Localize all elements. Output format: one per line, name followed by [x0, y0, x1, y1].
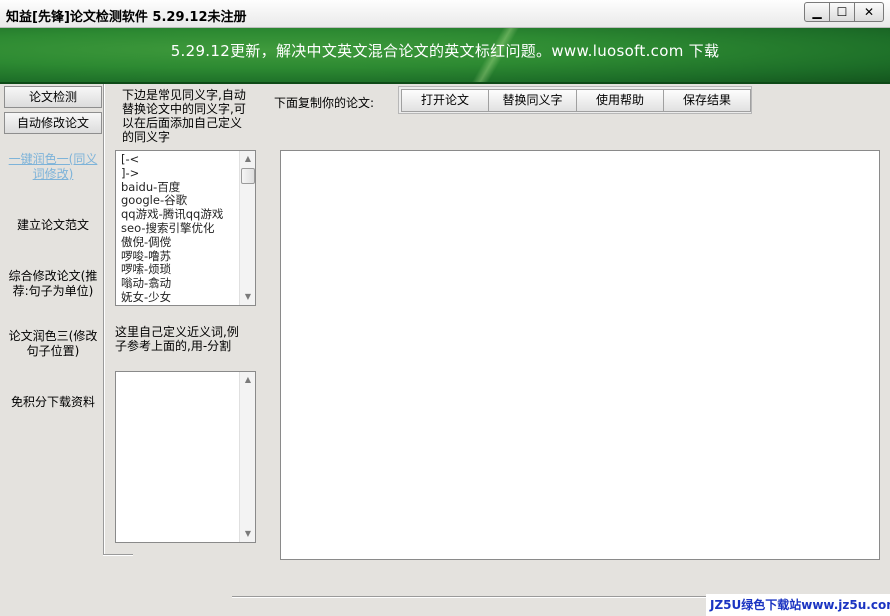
synonym-description: 下边是常见同义字,自动替换论文中的同义字,可以在后面添加自己定义的同义字 [122, 88, 246, 144]
synonym-item[interactable]: baidu-百度 [121, 180, 255, 195]
window-title: 知益[先锋]论文检测软件 5.29.12未注册 [6, 10, 247, 25]
custom-synonym-description: 这里自己定义近义词,例子参考上面的,用-分割 [115, 325, 239, 353]
nav-divider-bottom [103, 554, 133, 556]
synonym-item[interactable]: 啰嗦-烦琐 [121, 263, 255, 277]
maximize-button[interactable]: ☐ [829, 2, 855, 22]
synonym-item[interactable]: google-谷歌 [121, 194, 255, 208]
free-download-link[interactable]: 免积分下载资料 [4, 395, 102, 410]
left-nav: 论文检测 自动修改论文 一键润色一(同义词修改) 建立论文范文 综合修改论文(推… [0, 84, 104, 600]
title-bar: 知益[先锋]论文检测软件 5.29.12未注册 ▁ ☐ ✕ [0, 0, 890, 28]
paper-text-area[interactable] [280, 150, 880, 560]
custom-synonym-input[interactable]: ▲ ▼ [115, 371, 256, 543]
polish-one-link[interactable]: 一键润色一(同义词修改) [4, 152, 102, 182]
save-result-button[interactable]: 保存结果 [663, 89, 751, 112]
synonym-item[interactable]: seo-搜索引擎优化 [121, 221, 255, 236]
scroll-thumb[interactable] [241, 168, 255, 184]
close-button[interactable]: ✕ [854, 2, 884, 22]
toolbar: 打开论文 替换同义字 使用帮助 保存结果 [398, 86, 752, 114]
scroll-down-icon[interactable]: ▼ [240, 289, 255, 305]
synonym-item[interactable]: 嗡动-翕动 [121, 276, 255, 291]
scroll-up-icon[interactable]: ▲ [240, 151, 255, 167]
synonym-item[interactable]: 啰唆-噜苏 [121, 249, 255, 264]
polish-three-link[interactable]: 论文润色三(修改句子位置) [4, 329, 102, 359]
replace-synonym-button[interactable]: 替换同义字 [488, 89, 577, 112]
watermark: JZ5U绿色下载站www.jz5u.com [706, 594, 890, 616]
nav-divider [103, 84, 105, 555]
synonym-item[interactable]: 妩女-少女 [121, 290, 255, 305]
tab-auto-edit[interactable]: 自动修改论文 [4, 112, 102, 134]
scroll-up-icon[interactable]: ▲ [240, 372, 255, 388]
header-banner: 5.29.12更新，解决中文英文混合论文的英文标红问题。www.luosoft.… [0, 28, 890, 84]
synonym-item[interactable]: ]-> [121, 166, 255, 181]
window-controls: ▁ ☐ ✕ [804, 2, 884, 22]
help-button[interactable]: 使用帮助 [576, 89, 664, 112]
create-sample-link[interactable]: 建立论文范文 [4, 218, 102, 233]
banner-text: 5.29.12更新，解决中文英文混合论文的英文标红问题。www.luosoft.… [170, 42, 720, 60]
custom-scrollbar[interactable]: ▲ ▼ [239, 372, 255, 542]
synonym-item[interactable]: qq游戏-腾讯qq游戏 [121, 207, 255, 222]
minimize-button[interactable]: ▁ [804, 2, 830, 22]
open-paper-button[interactable]: 打开论文 [401, 89, 489, 112]
synonym-item[interactable]: [-< [121, 152, 255, 167]
synonym-list[interactable]: [-<]-> baidu-百度 google-谷歌 qq游戏-腾讯qq游戏 seo-搜索… [115, 150, 256, 306]
tab-paper-detect[interactable]: 论文检测 [4, 86, 102, 108]
synonym-scrollbar[interactable]: ▲ ▼ [239, 151, 255, 305]
synonym-item[interactable]: 傲倪-倜傥 [121, 235, 255, 250]
paste-label: 下面复制你的论文: [274, 96, 375, 110]
comprehensive-edit-link[interactable]: 综合修改论文(推荐:句子为单位) [4, 269, 102, 299]
synonym-items: [-<]-> baidu-百度 google-谷歌 qq游戏-腾讯qq游戏 seo-搜索… [116, 151, 255, 305]
scroll-down-icon[interactable]: ▼ [240, 526, 255, 542]
